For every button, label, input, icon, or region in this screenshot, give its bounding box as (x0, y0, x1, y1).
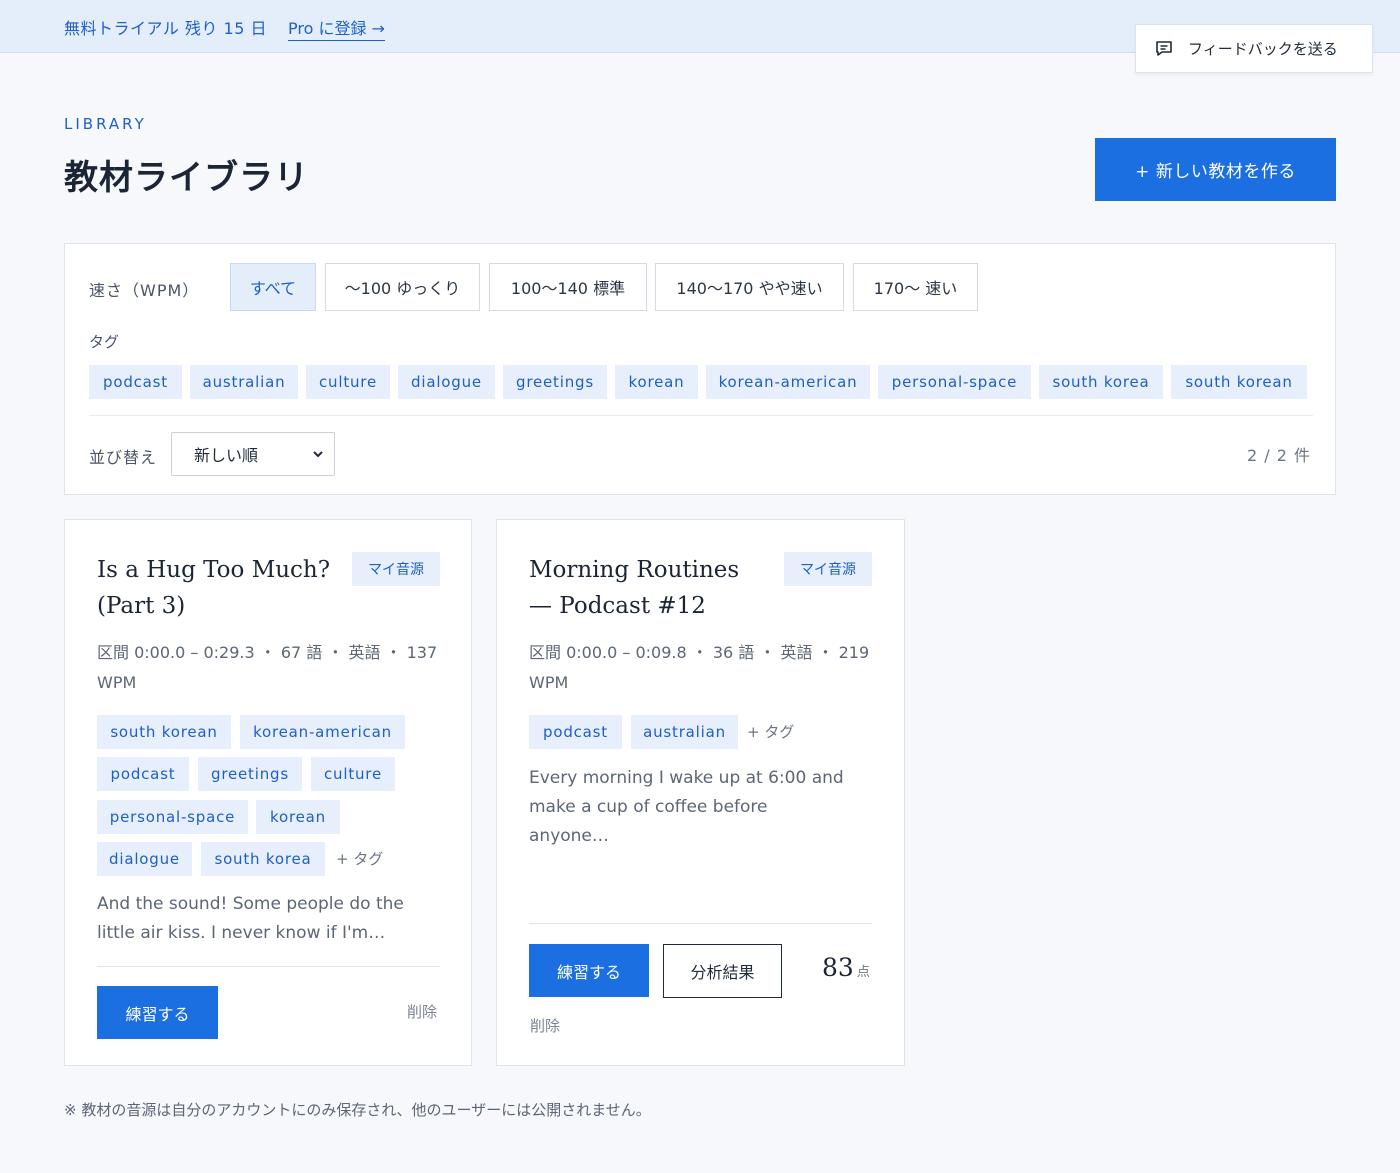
card-tag-chip[interactable]: australian (631, 715, 738, 749)
material-card: Is a Hug Too Much? (Part 3) マイ音源 区間 0:00… (64, 519, 472, 1066)
practice-button[interactable]: 練習する (529, 944, 649, 997)
card-tag-chip[interactable]: korean (256, 800, 340, 834)
tag-filter-chip[interactable]: personal-space (878, 365, 1031, 399)
add-tag-button[interactable]: + タグ (336, 848, 383, 869)
card-excerpt: And the sound! Some people do the little… (97, 894, 404, 943)
filter-panel: 速さ（WPM） すべて 〜100 ゆっくり 100〜140 標準 140〜170… (64, 243, 1336, 495)
card-divider (97, 966, 440, 967)
tag-filter-chip[interactable]: podcast (89, 365, 182, 399)
pro-signup-link[interactable]: Pro に登録 → (288, 15, 385, 41)
card-meta: 区間 0:00.0 – 0:09.8 ・ 36 語 ・ 英語 ・ 219 WPM (529, 643, 870, 692)
card-excerpt: Every morning I wake up at 6:00 and make… (529, 768, 844, 846)
score-unit: 点 (856, 965, 870, 980)
card-tag-chip[interactable]: culture (311, 757, 395, 791)
card-tag-chip[interactable]: podcast (529, 715, 622, 749)
card-meta: 区間 0:00.0 – 0:29.3 ・ 67 語 ・ 英語 ・ 137 WPM (97, 643, 438, 692)
add-tag-button[interactable]: + タグ (747, 721, 794, 742)
speed-option-all[interactable]: すべて (230, 263, 316, 311)
card-tag-chip[interactable]: podcast (97, 757, 189, 791)
sort-label: 並び替え (89, 448, 158, 467)
delete-link[interactable]: 削除 (530, 1015, 560, 1036)
source-badge: マイ音源 (784, 552, 872, 586)
card-tag-chip[interactable]: korean-american (240, 715, 405, 749)
filter-divider (89, 415, 1313, 416)
page-title: 教材ライブラリ (64, 158, 309, 198)
analysis-results-button[interactable]: 分析結果 (663, 944, 782, 998)
practice-button[interactable]: 練習する (97, 986, 218, 1039)
delete-link[interactable]: 削除 (407, 1001, 437, 1022)
tag-filter-chip[interactable]: culture (306, 365, 390, 399)
card-tag-chip[interactable]: dialogue (97, 842, 192, 876)
tag-filter-label: タグ (89, 333, 120, 351)
tag-filter-chip[interactable]: dialogue (398, 365, 495, 399)
tag-filter-chip[interactable]: south korea (1039, 365, 1163, 399)
speed-option-fast[interactable]: 170〜 速い (853, 263, 978, 311)
new-material-button[interactable]: + 新しい教材を作る (1095, 138, 1336, 201)
result-count: 2 / 2 件 (1246, 446, 1311, 465)
score-value: 83 (822, 953, 854, 982)
card-title[interactable]: Morning Routines — Podcast #12 (529, 552, 769, 624)
tag-filter-chip[interactable]: korean-american (706, 365, 870, 399)
card-tag-chip[interactable]: greetings (198, 757, 302, 791)
sort-select[interactable]: 新しい順 (171, 432, 335, 476)
tag-filter-chip[interactable]: south korean (1171, 365, 1307, 399)
source-badge: マイ音源 (352, 552, 440, 586)
feedback-label: フィードバックを送る (1188, 40, 1338, 58)
section-eyebrow: LIBRARY (64, 115, 147, 133)
tag-filter-chip[interactable]: greetings (503, 365, 607, 399)
tag-filter-chip[interactable]: australian (190, 365, 298, 399)
speed-option-slow[interactable]: 〜100 ゆっくり (325, 263, 480, 311)
chat-icon (1156, 40, 1172, 56)
card-title[interactable]: Is a Hug Too Much? (Part 3) (97, 552, 337, 624)
score: 83 点 (822, 953, 870, 982)
card-tag-chip[interactable]: personal-space (97, 800, 248, 834)
trial-remaining-text: 無料トライアル 残り 15 日 (64, 19, 267, 38)
privacy-footnote: ※ 教材の音源は自分のアカウントにのみ保存され、他のユーザーには公開されません。 (64, 1101, 651, 1119)
sort-selected-value: 新しい順 (194, 446, 259, 465)
tag-filter-chip[interactable]: korean (615, 365, 698, 399)
speed-option-fast-ish[interactable]: 140〜170 やや速い (655, 263, 844, 311)
feedback-button[interactable]: フィードバックを送る (1135, 24, 1373, 73)
material-card: Morning Routines — Podcast #12 マイ音源 区間 0… (496, 519, 905, 1066)
card-tag-chip[interactable]: south korean (97, 715, 231, 749)
speed-filter-label: 速さ（WPM） (89, 281, 200, 300)
card-tag-chip[interactable]: south korea (201, 842, 325, 876)
card-divider (529, 923, 872, 924)
chevron-down-icon (313, 451, 323, 458)
speed-option-standard[interactable]: 100〜140 標準 (489, 263, 647, 311)
